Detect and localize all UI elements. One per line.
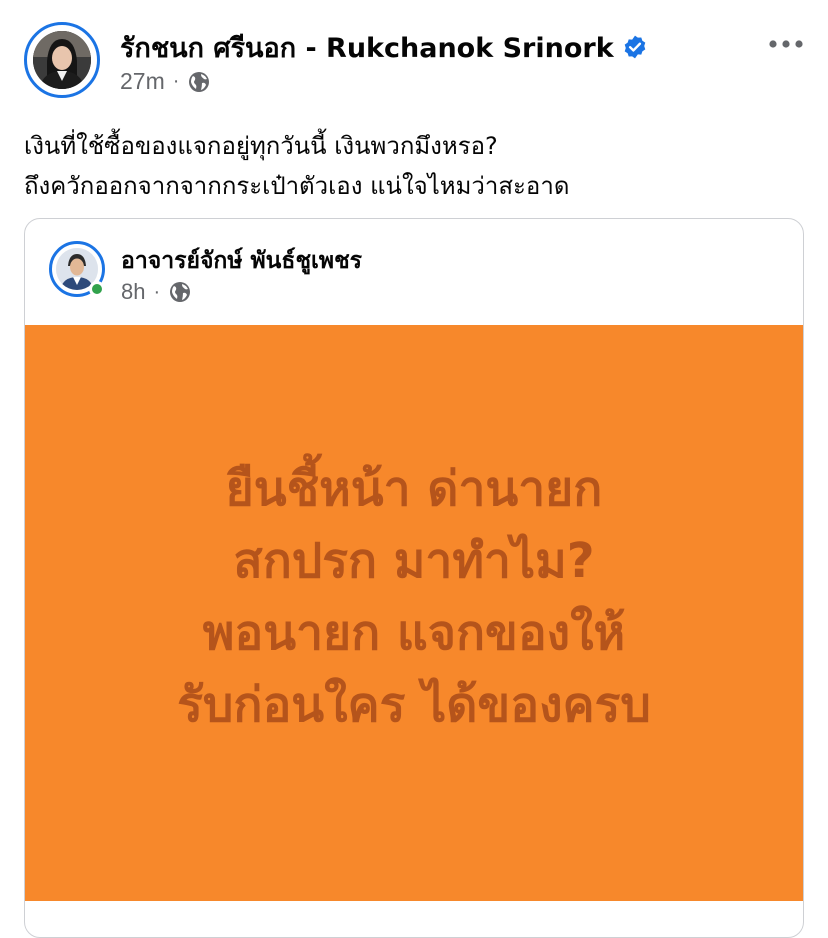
verified-badge-icon	[622, 34, 648, 60]
author-name[interactable]: รักชนก ศรีนอก - Rukchanok Srinork	[120, 26, 614, 69]
post-text-line: เงินที่ใช้ซื้อของแจกอยู่ทุกวันนี้ เงินพว…	[24, 132, 498, 160]
shared-post-card[interactable]: อาจารย์จักษ์ พันธ์ชูเพชร 8h · ยืนชี้หน้า…	[24, 218, 804, 938]
shared-post-image[interactable]: ยืนชี้หน้า ด่านายก สกปรก มาทำไม? พอนายก …	[25, 325, 803, 901]
meta-separator: ·	[153, 280, 161, 303]
meta-separator: ·	[172, 70, 180, 92]
shared-post-timestamp[interactable]: 8h	[121, 279, 145, 305]
more-options-icon	[769, 40, 803, 48]
quote-line: สกปรก มาทำไม?	[233, 533, 595, 589]
post-meta: 27m ·	[120, 68, 211, 95]
globe-icon[interactable]	[187, 70, 211, 94]
author-name-row: รักชนก ศรีนอก - Rukchanok Srinork	[120, 28, 648, 66]
quote-line: ยืนชี้หน้า ด่านายก	[225, 461, 603, 517]
shared-post-meta: 8h ·	[121, 279, 192, 305]
shared-post-header: อาจารย์จักษ์ พันธ์ชูเพชร 8h ·	[25, 219, 803, 325]
quote-line: รับก่อนใคร ได้ของครบ	[177, 677, 651, 733]
author-avatar[interactable]	[24, 22, 100, 98]
more-options-button[interactable]	[766, 32, 806, 56]
globe-icon[interactable]	[168, 280, 192, 304]
shared-author-name[interactable]: อาจารย์จักษ์ พันธ์ชูเพชร	[121, 243, 362, 279]
post-timestamp[interactable]: 27m	[120, 68, 165, 95]
online-status-indicator	[89, 281, 105, 297]
author-avatar-photo	[33, 31, 91, 89]
quote-text: ยืนชี้หน้า ด่านายก สกปรก มาทำไม? พอนายก …	[25, 453, 803, 741]
quote-line: พอนายก แจกของให้	[202, 605, 626, 661]
post-text-line: ถึงควักออกจากจากกระเป๋าตัวเอง แน่ใจไหมว่…	[24, 172, 570, 200]
post-header: รักชนก ศรีนอก - Rukchanok Srinork 27m ·	[24, 22, 806, 102]
post-text: เงินที่ใช้ซื้อของแจกอยู่ทุกวันนี้ เงินพว…	[24, 126, 814, 206]
